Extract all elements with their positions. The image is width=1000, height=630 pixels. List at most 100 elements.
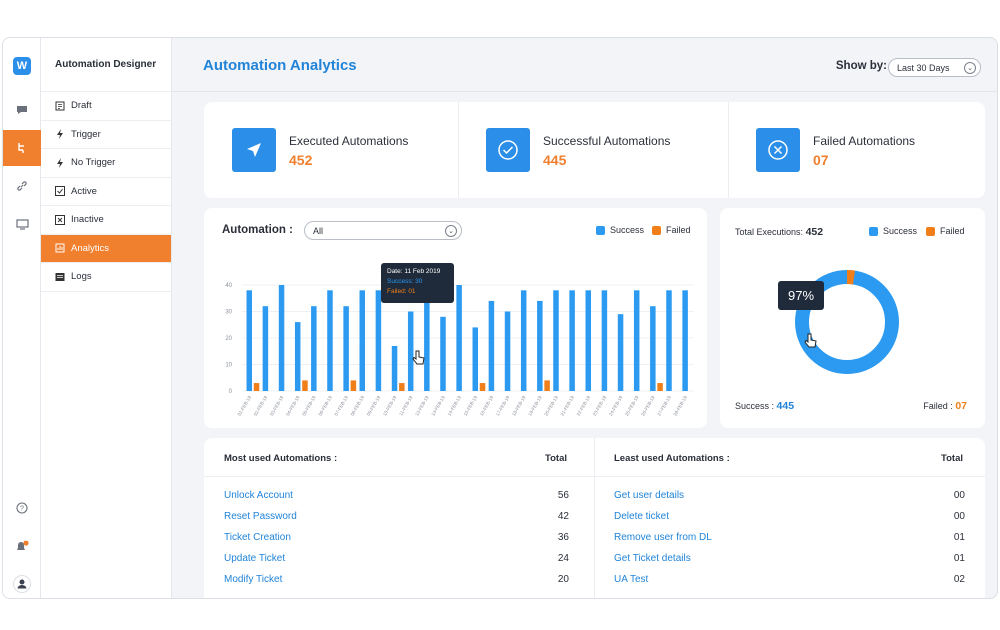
bar-success <box>262 306 269 391</box>
bar-success <box>520 290 527 391</box>
bar-success <box>650 306 656 391</box>
sidebar-item-draft[interactable]: Draft <box>41 92 171 121</box>
x-tick-label: 13-FEB-19 <box>430 395 446 417</box>
chat-icon[interactable] <box>3 92 41 128</box>
least-used-total-header: Total <box>941 453 963 464</box>
logo-icon[interactable]: W <box>3 48 41 84</box>
bar-chart-card: Automation : All ⌄ Success Failed 0 10 20 3… <box>204 208 707 428</box>
sidebar-item-analytics[interactable]: Analytics <box>41 234 171 263</box>
x-tick-label: 25-FEB-19 <box>624 395 640 417</box>
most-used-row-name[interactable]: Unlock Account <box>224 490 293 501</box>
bar-success <box>278 285 285 391</box>
bar-success <box>601 290 608 391</box>
y-tick-label: 40 <box>225 283 232 289</box>
least-used-row-name[interactable]: Get Ticket details <box>614 553 691 564</box>
bar-success <box>569 290 575 391</box>
user-icon[interactable] <box>3 566 41 598</box>
bar-chart: 0 10 20 30 40 01-FEB-19 02-FEB-19 03-FEB-19 04-F… <box>225 283 694 417</box>
bar-success <box>343 306 349 391</box>
sidebar-menu: Automation Designer Draft Trigger No Tri… <box>41 38 172 598</box>
sidebar-item-label: Trigger <box>71 128 101 140</box>
show-by-select[interactable]: Last 30 Days ⌄ <box>888 58 981 77</box>
x-tick-label: 14-FEB-19 <box>447 395 463 417</box>
tables-card: Most used Automations : Total Unlock Acc… <box>204 438 985 598</box>
x-tick-label: 24-FEB-19 <box>608 395 624 417</box>
bar-failed <box>253 383 260 391</box>
x-tick-label: 11-FEB-19 <box>398 395 413 417</box>
draft-icon <box>55 101 65 111</box>
bar-failed <box>399 383 405 391</box>
app-window: W ? 0 Automation Designer Draft Trigger … <box>2 37 998 599</box>
least-used-row-total: 01 <box>953 553 965 564</box>
most-used-row-total: 36 <box>557 532 569 543</box>
bar-failed <box>302 380 308 391</box>
sidebar-item-inactive[interactable]: Inactive <box>41 206 171 235</box>
most-used-row-name[interactable]: Update Ticket <box>224 553 285 564</box>
sidebar-item-label: No Trigger <box>71 157 116 169</box>
send-icon <box>232 128 276 172</box>
x-tick-label: 07-FEB-19 <box>334 395 350 417</box>
donut-percent-tooltip: 97% <box>778 281 824 310</box>
bar-success <box>327 290 333 391</box>
x-tick-label: 26-FEB-19 <box>640 395 656 417</box>
bell-icon[interactable]: 0 <box>3 528 41 564</box>
sidebar-item-logs[interactable]: Logs <box>41 263 171 292</box>
bar-failed <box>479 383 486 391</box>
sidebar-item-no-trigger[interactable]: No Trigger <box>41 149 171 178</box>
least-used-row-name[interactable]: Remove user from DL <box>614 532 712 543</box>
kpi-failed: Failed Automations 07 <box>728 102 985 198</box>
least-used-title: Least used Automations : <box>614 453 730 464</box>
x-tick-label: 04-FEB-19 <box>285 395 301 417</box>
bar-success <box>246 290 253 391</box>
x-tick-label: 12-FEB-19 <box>414 395 430 417</box>
link-icon[interactable] <box>3 168 41 204</box>
most-used-row-total: 20 <box>557 574 569 585</box>
x-tick-label: 15-FEB-19 <box>463 395 479 417</box>
x-tick-label: 09-FEB-19 <box>366 395 382 417</box>
least-used-row-name[interactable]: UA Test <box>614 574 648 585</box>
tooltip-date: Date: 11 Feb 2019 <box>387 268 441 275</box>
x-circle-icon <box>756 128 800 172</box>
chart-icon <box>55 243 65 253</box>
notification-badge: 0 <box>25 537 28 543</box>
sidebar-item-label: Analytics <box>71 242 110 254</box>
automation-icon[interactable] <box>3 130 41 166</box>
most-used-row-name[interactable]: Modify Ticket <box>224 574 282 585</box>
bar-success <box>375 290 382 391</box>
most-used-row-total: 42 <box>557 511 569 522</box>
x-box-icon <box>55 214 65 225</box>
bar-success <box>488 300 495 391</box>
bar-failed <box>350 380 357 391</box>
sidebar-item-trigger[interactable]: Trigger <box>41 121 171 149</box>
kpi-value: 07 <box>813 152 829 168</box>
most-used-row-name[interactable]: Reset Password <box>224 511 297 522</box>
help-icon[interactable]: ? <box>3 490 41 526</box>
most-used-row-total: 56 <box>557 490 569 501</box>
sidebar-item-active[interactable]: Active <box>41 178 171 206</box>
least-used-row-name[interactable]: Get user details <box>614 490 684 501</box>
bar-failed <box>544 380 550 391</box>
x-tick-label: 03-FEB-19 <box>269 395 285 417</box>
x-tick-label: 08-FEB-19 <box>350 395 366 417</box>
y-tick-label: 10 <box>225 363 232 369</box>
monitor-icon[interactable] <box>3 206 41 242</box>
bar-success <box>424 290 430 391</box>
bar-success <box>585 290 592 391</box>
icon-rail: W ? 0 <box>3 38 41 598</box>
x-tick-label: 17-FEB-19 <box>495 395 511 417</box>
x-tick-label: 02-FEB-19 <box>253 395 269 417</box>
x-tick-label: 18-FEB-19 <box>511 395 527 417</box>
least-used-row-name[interactable]: Delete ticket <box>614 511 669 522</box>
kpi-value: 452 <box>289 152 313 168</box>
sidebar-item-label: Active <box>71 185 97 197</box>
main-content: Automation Analytics Show by: Last 30 Da… <box>172 38 997 598</box>
bar-success <box>472 327 479 391</box>
bar-success <box>440 316 446 391</box>
x-tick-label: 19-FEB-19 <box>527 395 543 417</box>
most-used-row-name[interactable]: Ticket Creation <box>224 532 291 543</box>
chevron-down-icon: ⌄ <box>964 61 976 74</box>
tooltip-success: Success: 30 <box>387 278 423 285</box>
kpi-label: Executed Automations <box>289 134 409 148</box>
bar-success <box>456 285 462 391</box>
kpi-successful: Successful Automations 445 <box>458 102 728 198</box>
